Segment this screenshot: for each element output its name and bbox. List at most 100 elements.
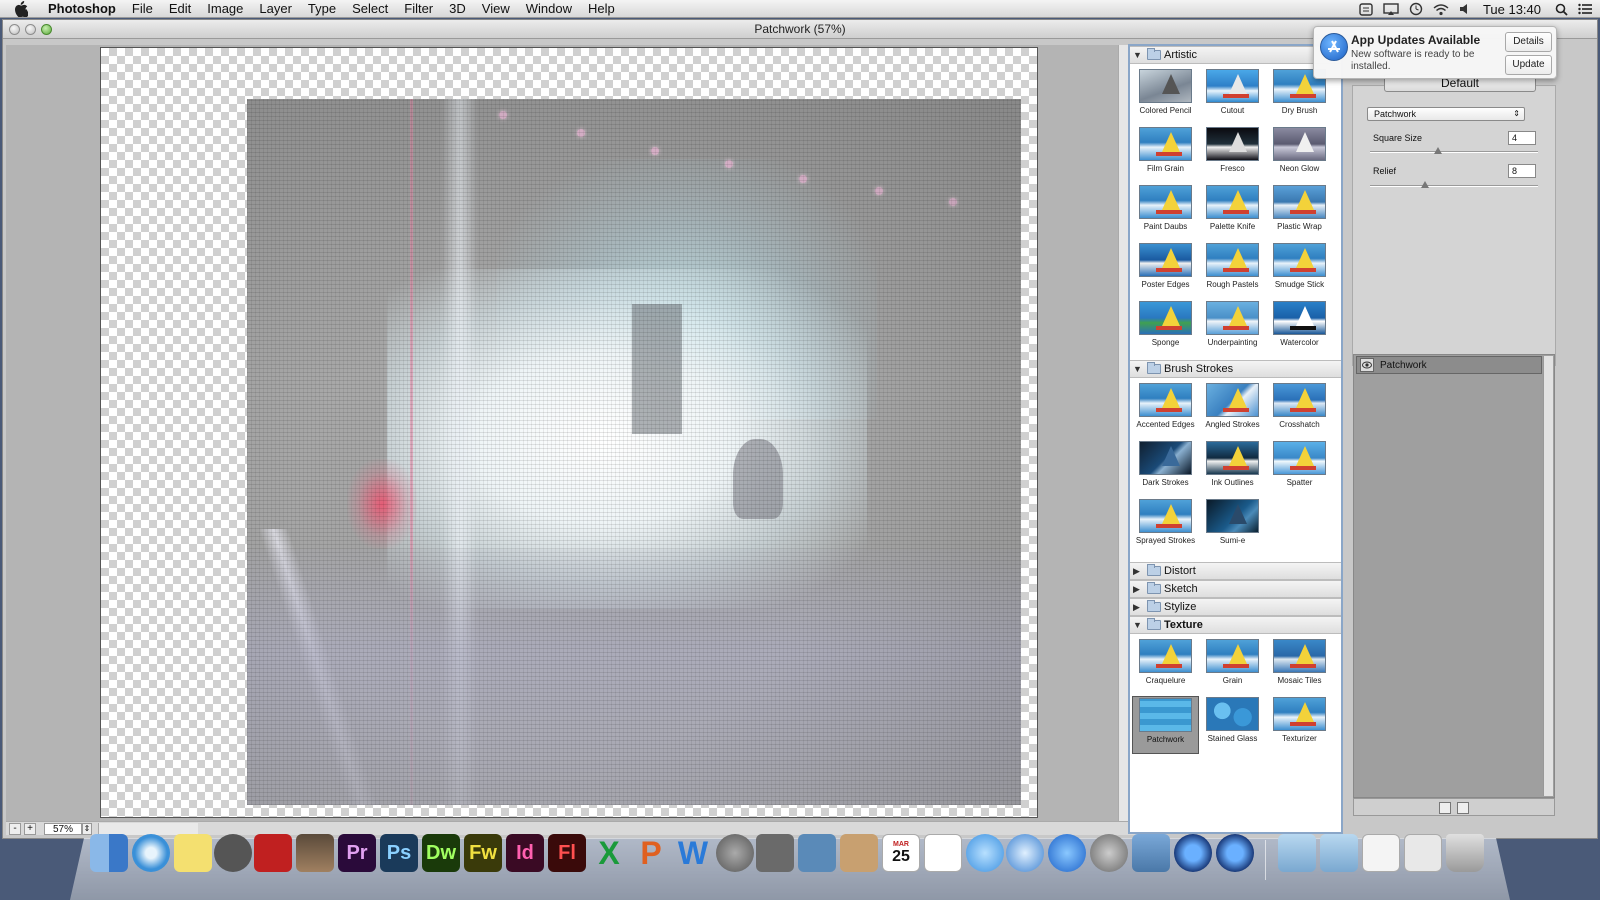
contacts-icon[interactable] [840,834,878,872]
menu-view[interactable]: View [474,0,518,18]
filter-accented-edges[interactable]: Accented Edges [1132,382,1199,440]
filter-paint-daubs[interactable]: Paint Daubs [1132,184,1199,242]
stickies-icon[interactable] [174,834,212,872]
spotlight-search-icon[interactable] [1555,3,1568,16]
filter-mosaic-tiles[interactable]: Mosaic Tiles [1266,638,1333,696]
canvas-horizontal-scrollbar[interactable] [98,822,198,835]
layers-scrollbar[interactable] [1543,356,1553,796]
wifi-icon[interactable] [1433,3,1449,16]
square-size-slider-track[interactable] [1370,151,1538,153]
pdf-stack-icon[interactable] [1362,834,1400,872]
safari-icon[interactable] [132,834,170,872]
disclosure-open-icon[interactable]: ▼ [1133,364,1145,374]
filter-fresco[interactable]: Fresco [1199,126,1266,184]
filter-sumi-e[interactable]: Sumi-e [1199,498,1266,556]
indesign-icon[interactable]: Id [506,834,544,872]
iphoto-library-icon[interactable] [1132,834,1170,872]
apple-menu-icon[interactable] [14,0,36,17]
photoshop-icon[interactable]: Ps [380,834,418,872]
disclosure-closed-icon[interactable]: ▶ [1133,566,1145,577]
filter-smudge-stick[interactable]: Smudge Stick [1266,242,1333,300]
menu-file[interactable]: File [124,0,161,18]
filter-cutout[interactable]: Cutout [1199,68,1266,126]
menu-select[interactable]: Select [344,0,396,18]
canvas-area[interactable] [6,45,1138,821]
zoom-dropdown-icon[interactable]: ⇕ [82,822,92,835]
itunes-icon[interactable] [1006,834,1044,872]
time-machine-icon[interactable] [1409,2,1423,16]
relief-field[interactable]: 8 [1508,164,1536,178]
filter-underpainting[interactable]: Underpainting [1199,300,1266,358]
filter-select-dropdown[interactable]: Patchwork ⇕ [1367,107,1525,121]
app-store-dock-icon[interactable] [1048,834,1086,872]
close-window-icon[interactable] [9,24,20,35]
category-distort[interactable]: ▶ Distort [1130,562,1341,580]
zoom-out-button[interactable]: - [9,822,21,835]
filter-grain[interactable]: Grain [1199,638,1266,696]
trash-icon[interactable] [1446,834,1484,872]
quicktime-icon[interactable] [1174,834,1212,872]
new-effect-layer-icon[interactable] [1439,802,1451,814]
details-button[interactable]: Details [1505,32,1552,52]
zoom-level-field[interactable]: 57% [44,822,82,835]
iphoto-icon[interactable] [296,834,334,872]
disclosure-open-icon[interactable]: ▼ [1133,620,1145,630]
downloads-stack-icon[interactable] [1404,834,1442,872]
zoom-window-icon[interactable] [41,24,52,35]
category-brush-strokes[interactable]: ▼ Brush Strokes [1130,360,1341,378]
documents-folder-icon[interactable] [1320,834,1358,872]
filter-colored-pencil[interactable]: Colored Pencil [1132,68,1199,126]
quicktime-x-icon[interactable] [1216,834,1254,872]
menu-layer[interactable]: Layer [251,0,300,18]
filter-plastic-wrap[interactable]: Plastic Wrap [1266,184,1333,242]
dreamweaver-icon[interactable]: Dw [422,834,460,872]
category-texture[interactable]: ▼ Texture [1130,616,1341,634]
filter-poster-edges[interactable]: Poster Edges [1132,242,1199,300]
disclosure-open-icon[interactable]: ▼ [1133,50,1145,60]
filter-craquelure[interactable]: Craquelure [1132,638,1199,696]
delete-effect-layer-icon[interactable] [1457,802,1469,814]
filter-neon-glow[interactable]: Neon Glow [1266,126,1333,184]
menu-app[interactable]: Photoshop [36,0,124,18]
flash-icon[interactable]: Fl [548,834,586,872]
effect-layer-row[interactable]: Patchwork [1356,356,1542,374]
disclosure-closed-icon[interactable]: ▶ [1133,602,1145,613]
menu-window[interactable]: Window [518,0,580,18]
calendar-icon[interactable]: MAR 25 [882,834,920,872]
photo-booth-icon[interactable] [254,834,292,872]
update-button[interactable]: Update [1505,55,1552,75]
menu-type[interactable]: Type [300,0,344,18]
square-size-field[interactable]: 4 [1508,131,1536,145]
minimize-window-icon[interactable] [25,24,36,35]
filter-crosshatch[interactable]: Crosshatch [1266,382,1333,440]
fireworks-icon[interactable]: Fw [464,834,502,872]
filter-sponge[interactable]: Sponge [1132,300,1199,358]
filter-stained-glass[interactable]: Stained Glass [1199,696,1266,754]
filter-palette-knife[interactable]: Palette Knife [1199,184,1266,242]
filter-patchwork-selected[interactable]: Patchwork [1132,696,1199,754]
filter-sprayed-strokes[interactable]: Sprayed Strokes [1132,498,1199,556]
script-menu-icon[interactable] [1359,2,1373,16]
visibility-eye-icon[interactable] [1360,358,1374,372]
filter-watercolor[interactable]: Watercolor [1266,300,1333,358]
filter-dark-strokes[interactable]: Dark Strokes [1132,440,1199,498]
powerpoint-icon[interactable]: P [632,834,670,872]
facetime-icon[interactable] [214,834,252,872]
filter-texturizer[interactable]: Texturizer [1266,696,1333,754]
menu-filter[interactable]: Filter [396,0,441,18]
filter-spatter[interactable]: Spatter [1266,440,1333,498]
finder-icon[interactable] [90,834,128,872]
menu-3d[interactable]: 3D [441,0,474,18]
filter-film-grain[interactable]: Film Grain [1132,126,1199,184]
messages-icon[interactable] [966,834,1004,872]
menu-help[interactable]: Help [580,0,623,18]
disclosure-closed-icon[interactable]: ▶ [1133,584,1145,595]
reminders-icon[interactable] [924,834,962,872]
word-icon[interactable]: W [674,834,712,872]
preview-icon[interactable] [798,834,836,872]
preview-image[interactable] [247,99,1021,805]
category-artistic[interactable]: ▼ Artistic [1130,46,1341,64]
airplay-icon[interactable] [1383,2,1399,16]
menu-image[interactable]: Image [199,0,251,18]
applications-folder-icon[interactable] [1278,834,1316,872]
